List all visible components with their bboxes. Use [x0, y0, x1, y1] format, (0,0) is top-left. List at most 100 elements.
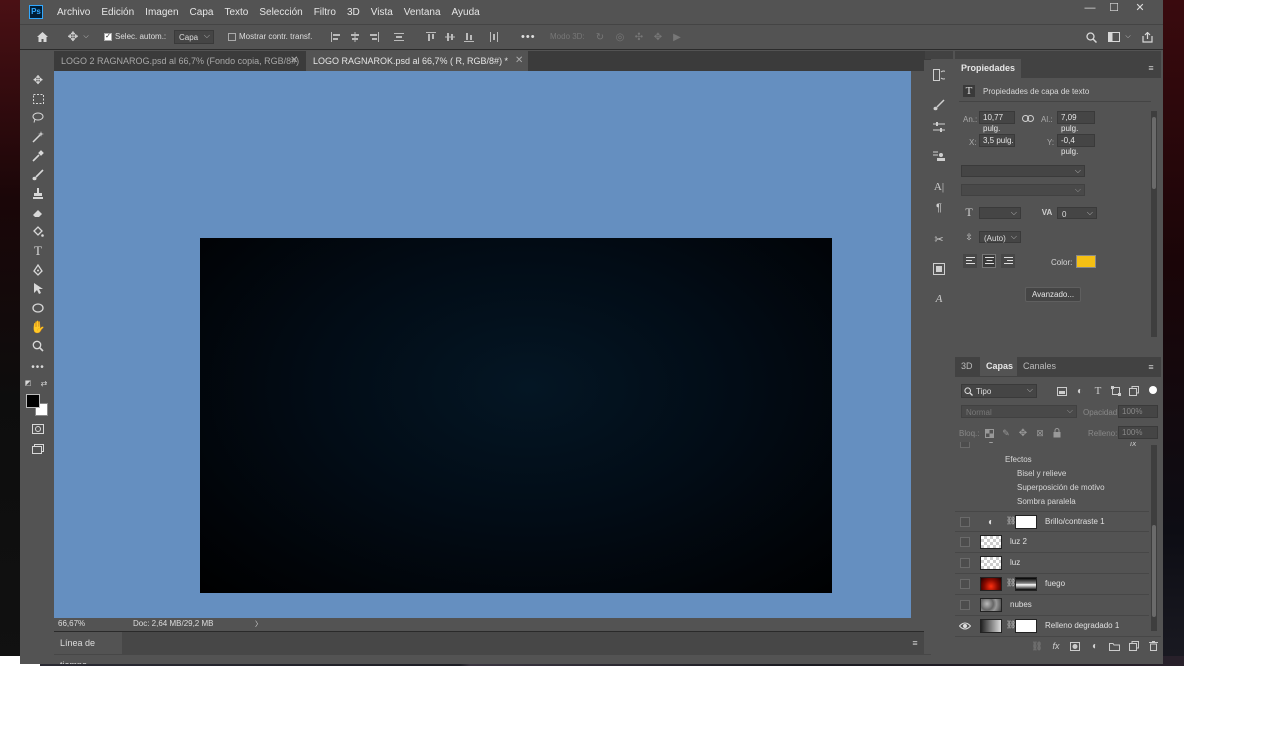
font-family-dropdown[interactable]: [961, 164, 1085, 177]
tab-logo-2-ragnarog[interactable]: LOGO 2 RAGNAROG.psd al 66,7% (Fondo copi…: [54, 51, 303, 86]
lasso-tool-icon[interactable]: [26, 108, 50, 127]
lock-position-icon[interactable]: ✥: [1017, 427, 1029, 439]
zoom-level[interactable]: 66,67%: [58, 619, 85, 628]
menu-filtro[interactable]: Filtro: [314, 7, 336, 18]
add-mask-icon[interactable]: [1069, 640, 1081, 652]
properties-scrollbar[interactable]: [1151, 111, 1157, 337]
layer-visibility-toggle[interactable]: [960, 579, 970, 589]
move-tool-icon[interactable]: ✥: [26, 70, 50, 89]
move-tool-preset-icon[interactable]: ✥: [66, 29, 80, 44]
blend-mode-dropdown[interactable]: Normal: [961, 404, 1077, 418]
character-panel-icon[interactable]: A|: [930, 178, 948, 196]
timeline-menu-icon[interactable]: ≡: [910, 638, 920, 648]
delete-layer-trash-icon[interactable]: [1147, 640, 1159, 652]
menu-vista[interactable]: Vista: [371, 7, 393, 18]
tab-timeline[interactable]: Línea de tiempo: [54, 632, 122, 664]
menu-ventana[interactable]: Ventana: [404, 7, 441, 18]
layer-name[interactable]: fuego: [1045, 574, 1065, 594]
layer-row[interactable]: ⛓ fuego: [955, 573, 1149, 593]
align-text-right-icon[interactable]: [1001, 254, 1015, 268]
hand-tool-icon[interactable]: ✋: [26, 317, 50, 336]
foreground-color-swatch[interactable]: [26, 394, 40, 408]
width-field[interactable]: 10,77 pulg.: [979, 111, 1015, 133]
lock-transparent-pixels-icon[interactable]: [983, 427, 995, 439]
home-icon[interactable]: [34, 30, 50, 44]
layers-scrollbar-thumb[interactable]: [1152, 525, 1156, 617]
ellipse-tool-icon[interactable]: [26, 298, 50, 317]
lock-all-icon[interactable]: [1051, 427, 1063, 439]
layers-scrollbar[interactable]: [1151, 445, 1157, 631]
eraser-tool-icon[interactable]: [26, 203, 50, 222]
align-left-edges-icon[interactable]: [330, 31, 342, 43]
menu-archivo[interactable]: Archivo: [57, 7, 90, 18]
collapse-triangle-icon[interactable]: ▴: [989, 442, 993, 445]
menu-capa[interactable]: Capa: [190, 7, 214, 18]
show-transform-checkbox[interactable]: [228, 32, 236, 41]
type-tool-icon[interactable]: T: [26, 241, 50, 260]
tracking-dropdown[interactable]: 0: [1057, 206, 1097, 219]
filter-adjustment-icon[interactable]: ◐: [1074, 385, 1086, 397]
align-horizontal-centers-icon[interactable]: [349, 31, 361, 43]
maximize-button[interactable]: ☐: [1102, 0, 1126, 18]
filter-toggle-button[interactable]: [1149, 386, 1157, 394]
filter-shape-icon[interactable]: [1110, 385, 1122, 397]
tab-canales[interactable]: Canales: [1017, 357, 1063, 376]
effect-drop-shadow[interactable]: Sombra paralela: [1017, 497, 1076, 506]
preset-chevron-down-icon[interactable]: ⌵: [82, 32, 90, 42]
document-canvas-image[interactable]: [200, 238, 832, 593]
layer-row[interactable]: ⛓ Relleno degradado 1: [955, 615, 1149, 635]
advanced-button[interactable]: Avanzado...: [1025, 287, 1081, 302]
layer-row[interactable]: nubes: [955, 594, 1149, 614]
filter-pixel-icon[interactable]: [1056, 385, 1068, 397]
menu-texto[interactable]: Texto: [224, 7, 248, 18]
align-right-edges-icon[interactable]: [368, 31, 380, 43]
paint-bucket-tool-icon[interactable]: [26, 222, 50, 241]
tab-logo-ragnarok[interactable]: LOGO RAGNAROK.psd al 66,7% ( R, RGB/8#) …: [306, 51, 528, 71]
height-field[interactable]: 7,09 pulg.: [1057, 111, 1095, 133]
tab-close-icon[interactable]: ✕: [515, 55, 523, 66]
drag-3d-icon[interactable]: ✣: [633, 31, 645, 43]
properties-menu-icon[interactable]: ≡: [1146, 63, 1156, 73]
properties-scrollbar-thumb[interactable]: [1152, 117, 1156, 189]
slide-3d-icon[interactable]: ✥: [652, 31, 664, 43]
workspace-chevron-down-icon[interactable]: ⌵: [1124, 32, 1132, 42]
layer-mask-thumbnail[interactable]: [1015, 619, 1037, 633]
clone-source-panel-icon[interactable]: [930, 147, 948, 165]
distribute-horizontal-icon[interactable]: [488, 31, 500, 43]
lock-artboard-icon[interactable]: ⊠: [1034, 427, 1046, 439]
tool-presets-panel-icon[interactable]: ✂: [930, 230, 948, 248]
auto-select-option[interactable]: ✓ Selec. autom.:: [104, 25, 166, 49]
layer-thumbnail[interactable]: [980, 598, 1002, 612]
layer-visibility-toggle[interactable]: [960, 537, 970, 547]
layer-mask-thumbnail[interactable]: [1015, 577, 1037, 591]
minimize-button[interactable]: —: [1078, 0, 1102, 18]
camera-3d-icon[interactable]: ▶: [671, 31, 683, 43]
glyphs-panel-icon[interactable]: A: [930, 290, 948, 308]
tab-propiedades[interactable]: Propiedades: [955, 59, 1022, 78]
panel-collapse-bar[interactable]: [955, 51, 1161, 59]
layer-comps-panel-icon[interactable]: [930, 260, 948, 278]
layer-name[interactable]: Relleno degradado 1: [1045, 616, 1119, 636]
tab-3d[interactable]: 3D: [955, 357, 979, 376]
zoom-tool-icon[interactable]: [26, 336, 50, 355]
align-text-center-icon[interactable]: [982, 254, 996, 268]
screen-mode-icon[interactable]: [26, 439, 50, 458]
x-position-field[interactable]: 3,5 pulg.: [979, 134, 1015, 147]
eyedropper-tool-icon[interactable]: [26, 146, 50, 165]
font-size-dropdown[interactable]: [979, 206, 1021, 219]
filter-type-icon[interactable]: T: [1092, 385, 1104, 397]
status-menu-arrow-icon[interactable]: 〉: [255, 619, 262, 629]
effects-header[interactable]: Efectos: [1005, 455, 1032, 464]
layer-effects-fx-icon[interactable]: fx: [1130, 442, 1136, 448]
orbit-3d-icon[interactable]: ↻: [594, 31, 606, 43]
layer-row[interactable]: ◐ ⛓ Brillo/contraste 1: [955, 511, 1149, 531]
new-fill-adjustment-icon[interactable]: ◐: [1089, 640, 1101, 652]
default-colors-icon[interactable]: ◩: [22, 377, 34, 389]
new-group-folder-icon[interactable]: [1108, 640, 1120, 652]
close-window-button[interactable]: ✕: [1128, 0, 1152, 18]
layer-visibility-toggle[interactable]: [960, 558, 970, 568]
share-icon[interactable]: [1140, 30, 1154, 44]
menu-seleccion[interactable]: Selección: [259, 7, 302, 18]
paragraph-panel-icon[interactable]: ¶: [930, 199, 948, 217]
marquee-tool-icon[interactable]: [26, 89, 50, 108]
